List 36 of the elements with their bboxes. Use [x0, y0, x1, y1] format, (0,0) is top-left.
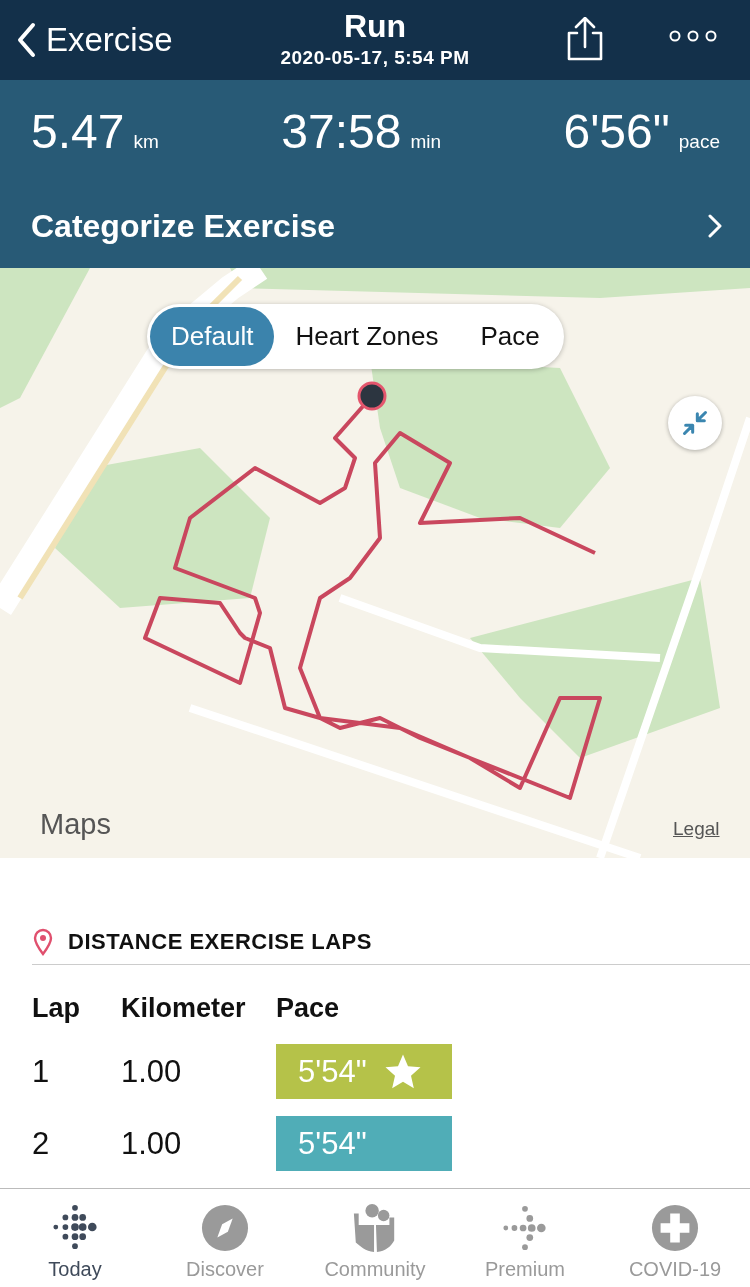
chevron-left-icon: [16, 22, 36, 58]
stat-unit: km: [133, 131, 159, 153]
table-cell-text: 1.00: [121, 1053, 183, 1090]
location-pin-icon: [32, 928, 54, 956]
table-cell-text: 1.00: [121, 1125, 183, 1162]
dots-logo-icon: [51, 1204, 99, 1252]
stat-value: 5.47: [31, 104, 125, 159]
section-title: DISTANCE EXERCISE LAPS: [68, 929, 372, 955]
pace-value: 5'54": [298, 1053, 367, 1090]
stat-value: 6'56": [563, 104, 670, 159]
back-button[interactable]: Exercise: [0, 21, 173, 59]
map-mode-tab[interactable]: Default: [150, 307, 275, 366]
more-icon[interactable]: [668, 30, 718, 42]
column-header: Pace: [276, 993, 341, 1024]
medical-cross-icon: [651, 1204, 699, 1252]
exercise-date: 2020-05-17, 5:54 PM: [279, 47, 471, 69]
stat-value: 37:58: [281, 104, 402, 159]
screen-title: Run: [342, 8, 408, 45]
column-header: Kilometer: [121, 993, 247, 1024]
compass-icon: [201, 1204, 249, 1252]
categorize-row[interactable]: Categorize Exercise: [0, 184, 750, 268]
pace-value: 5'54": [298, 1125, 367, 1162]
chevron-right-icon: [708, 214, 722, 238]
dots-arrow-icon: [501, 1204, 549, 1252]
tab-bar-item[interactable]: Today: [0, 1189, 150, 1287]
stat-unit: min: [410, 131, 441, 153]
share-icon[interactable]: [565, 17, 605, 61]
map-mode-tab[interactable]: Heart Zones: [274, 307, 460, 366]
table-cell-text: 1: [32, 1053, 51, 1090]
legal-link[interactable]: Legal: [673, 818, 720, 840]
map-mode-tab[interactable]: Pace: [459, 307, 561, 366]
table-cell-text: 2: [32, 1125, 51, 1162]
column-header: Lap: [32, 993, 81, 1024]
collapse-arrows-icon: [681, 409, 709, 437]
maps-attribution: Maps: [40, 808, 111, 841]
stat-unit: pace: [678, 131, 720, 153]
